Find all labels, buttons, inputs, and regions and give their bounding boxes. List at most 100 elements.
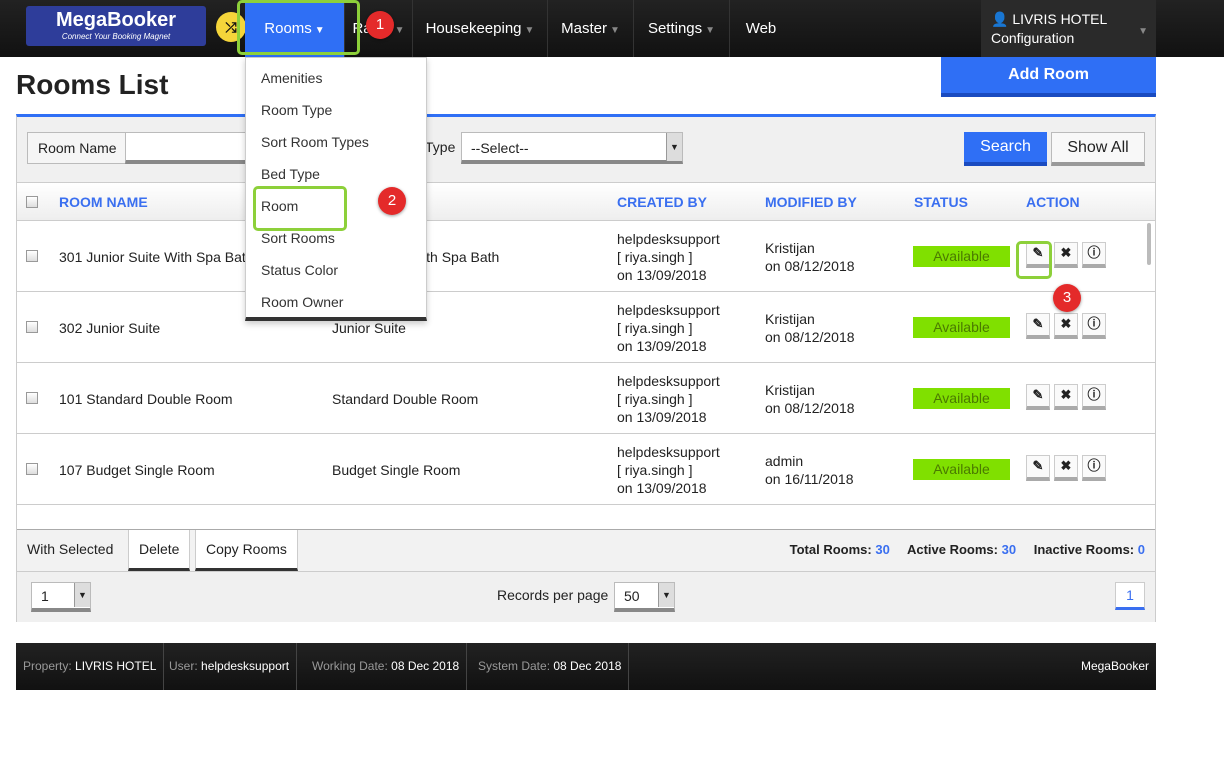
pagination-bar: 1 ▼ Records per page 50 ▼ 1 (17, 572, 1155, 622)
info-button[interactable]: ⓘ (1082, 384, 1106, 410)
show-all-button[interactable]: Show All (1051, 132, 1145, 166)
info-button[interactable]: ⓘ (1082, 313, 1106, 339)
delete-button[interactable]: Delete (128, 530, 191, 571)
created-by: helpdesksupport[ riya.singh ] on 13/09/20… (617, 301, 720, 354)
records-per-page-label: Records per page (497, 587, 609, 603)
table-body[interactable]: 301 Junior Suite With Spa Bath Junior Su… (17, 221, 1155, 529)
pencil-icon: ✎ (1032, 387, 1044, 402)
room-type: Budget Single Room (332, 461, 461, 478)
pencil-icon: ✎ (1032, 316, 1044, 331)
close-icon: ✖ (1060, 458, 1072, 473)
header-room-name[interactable]: ROOM NAME (59, 183, 148, 221)
modified-by: Kristijan on 08/12/2018 (765, 381, 855, 416)
status-badge: Available (913, 388, 1010, 409)
row-checkbox[interactable] (26, 321, 38, 333)
room-stats: Total Rooms: 30 Active Rooms: 30 Inactiv… (789, 542, 1145, 557)
close-icon: ✖ (1060, 387, 1072, 402)
table-row: 302 Junior Suite Junior Suite helpdesksu… (17, 292, 1155, 363)
caret-down-icon: ▼ (705, 25, 716, 36)
footer-user: User: helpdesksupport (162, 643, 298, 690)
room-type: Standard Double Room (332, 390, 479, 407)
caret-down-icon: ▼ (609, 25, 620, 36)
row-checkbox[interactable] (26, 250, 38, 262)
top-nav: MegaBooker Connect Your Booking Magnet ⤮ … (0, 0, 1224, 57)
user-menu[interactable]: 👤 LIVRIS HOTEL Configuration ▼ (981, 0, 1156, 57)
caret-down-icon: ▼ (1138, 26, 1148, 37)
copy-rooms-button[interactable]: Copy Rooms (195, 530, 298, 571)
menu-item-bed-type[interactable]: Bed Type (246, 154, 426, 186)
caret-down-icon: ▼ (394, 25, 405, 36)
edit-button[interactable]: ✎ (1026, 313, 1050, 339)
room-name: 107 Budget Single Room (59, 461, 215, 478)
created-by: helpdesksupport[ riya.singh ] on 13/09/20… (617, 230, 720, 283)
header-modified-by[interactable]: MODIFIED BY (765, 183, 857, 221)
step-badge-2: 2 (378, 187, 406, 215)
dropdown-arrow-icon: ▼ (658, 583, 674, 607)
nav-master[interactable]: Master ▼ (548, 0, 634, 57)
menu-item-sort-room-types[interactable]: Sort Room Types (246, 122, 426, 154)
room-name-label: Room Name (27, 132, 128, 164)
page-title: Rooms List (16, 69, 169, 100)
table-row: 301 Junior Suite With Spa Bath Junior Su… (17, 221, 1155, 292)
edit-button[interactable]: ✎ (1026, 455, 1050, 481)
with-selected-label: With Selected (27, 541, 114, 557)
footer-property: Property: LIVRIS HOTEL (16, 643, 165, 690)
highlight-room-item (253, 186, 347, 231)
edit-button[interactable]: ✎ (1026, 384, 1050, 410)
search-button[interactable]: Search (964, 132, 1047, 166)
rooms-panel: Room Name Type --Select-- ▼ Search Show A… (16, 114, 1156, 622)
info-icon: ⓘ (1087, 245, 1101, 260)
records-per-page-select[interactable]: 50 ▼ (614, 582, 675, 612)
status-badge: Available (913, 459, 1010, 480)
room-name: 101 Standard Double Room (59, 390, 233, 407)
info-button[interactable]: ⓘ (1082, 242, 1106, 268)
info-button[interactable]: ⓘ (1082, 455, 1106, 481)
menu-item-room-owner[interactable]: Room Owner (246, 282, 426, 314)
page-select[interactable]: 1 ▼ (31, 582, 91, 612)
room-name: 111 Standard Double Room Dependance (59, 505, 314, 529)
room-name: 302 Junior Suite (59, 319, 161, 336)
table-row: 111 Standard Double Room Dependance help… (17, 505, 1155, 529)
delete-row-button[interactable]: ✖ (1054, 384, 1078, 410)
close-icon: ✖ (1060, 316, 1072, 331)
table-row: 101 Standard Double Room Standard Double… (17, 363, 1155, 434)
row-checkbox[interactable] (26, 463, 38, 475)
nav-housekeeping[interactable]: Housekeeping ▼ (413, 0, 548, 57)
highlight-edit-button (1016, 241, 1052, 279)
caret-down-icon: ▼ (524, 25, 535, 36)
header-created-by[interactable]: CREATED BY (617, 183, 707, 221)
table-row: 107 Budget Single Room Budget Single Roo… (17, 434, 1155, 505)
add-room-button[interactable]: Add Room (941, 57, 1156, 97)
info-icon: ⓘ (1087, 316, 1101, 331)
delete-row-button[interactable]: ✖ (1054, 455, 1078, 481)
step-badge-1: 1 (366, 11, 394, 39)
dropdown-arrow-icon: ▼ (74, 583, 90, 607)
page-1-button[interactable]: 1 (1115, 582, 1145, 610)
delete-row-button[interactable]: ✖ (1054, 242, 1078, 268)
nav-web[interactable]: Web (730, 0, 792, 57)
delete-row-button[interactable]: ✖ (1054, 313, 1078, 339)
select-all-checkbox[interactable] (26, 196, 38, 208)
modified-by: admin on 16/11/2018 (765, 452, 854, 487)
footer-working-date: Working Date: 08 Dec 2018 (305, 643, 468, 690)
status-badge: Available (913, 246, 1010, 267)
info-icon: ⓘ (1087, 458, 1101, 473)
header-status[interactable]: STATUS (914, 183, 968, 221)
menu-item-room-type[interactable]: Room Type (246, 90, 426, 122)
close-icon: ✖ (1060, 245, 1072, 260)
bulk-actions-bar: With Selected Delete Copy Rooms Total Ro… (17, 529, 1155, 572)
nav-settings[interactable]: Settings ▼ (634, 0, 730, 57)
room-type-select[interactable]: --Select-- ▼ (461, 132, 683, 164)
row-checkbox[interactable] (26, 392, 38, 404)
logo[interactable]: MegaBooker Connect Your Booking Magnet (26, 6, 206, 46)
filter-bar: Room Name Type --Select-- ▼ Search Show A… (17, 117, 1155, 183)
footer-system-date: System Date: 08 Dec 2018 (471, 643, 630, 690)
modified-by: Kristijan on 08/12/2018 (765, 310, 855, 345)
created-by: helpdesksupport[ riya.singh ] on 13/09/20… (617, 372, 720, 425)
table-header: ROOM NAME CREATED BY MODIFIED BY STATUS … (17, 183, 1155, 221)
highlight-rooms-nav (237, 0, 360, 55)
menu-item-status-color[interactable]: Status Color (246, 250, 426, 282)
step-badge-3: 3 (1053, 284, 1081, 312)
header-action: ACTION (1026, 194, 1080, 210)
menu-item-amenities[interactable]: Amenities (246, 58, 426, 90)
